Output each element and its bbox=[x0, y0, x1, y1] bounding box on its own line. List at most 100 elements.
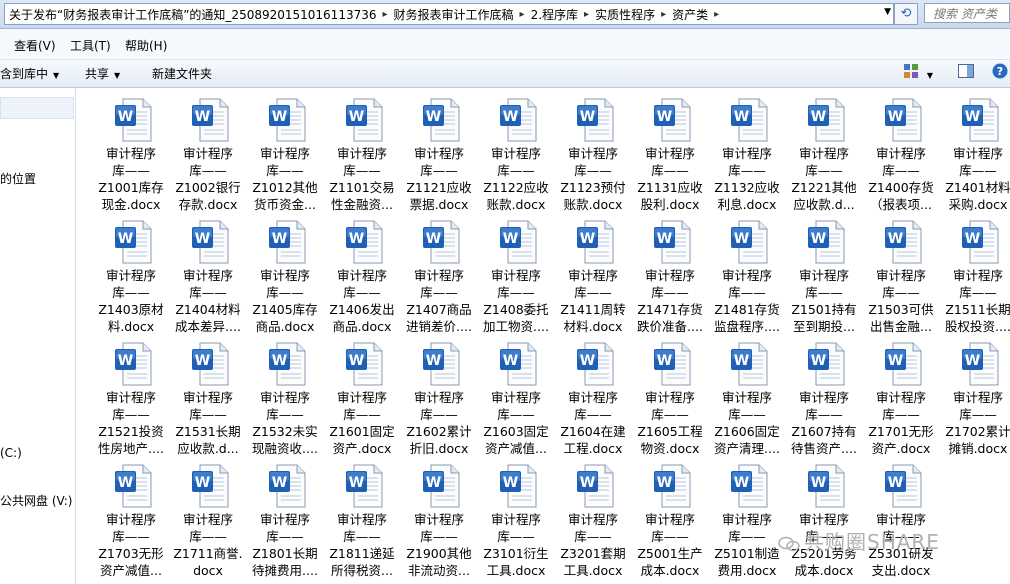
file-item[interactable]: W 审计程序 库—— Z1400存货 （报表项... bbox=[864, 88, 938, 212]
breadcrumb-item[interactable]: 财务报表审计工作底稿 bbox=[390, 6, 518, 23]
file-item[interactable]: W 审计程序 库—— Z1606固定 资产清理.... bbox=[710, 332, 784, 456]
file-item[interactable]: W 审计程序 库—— Z1407商品 进销差价.... bbox=[402, 210, 476, 334]
file-item[interactable]: W 审计程序 库—— Z1531长期 应收款.d... bbox=[171, 332, 245, 456]
file-item[interactable]: W 审计程序 库—— Z1471存货 跌价准备.... bbox=[633, 210, 707, 334]
address-bar[interactable]: 关于发布“财务报表审计工作底稿”的通知_2508920151016113736 ▸… bbox=[4, 3, 894, 25]
file-item[interactable]: W 审计程序 库—— Z1811递延 所得税资... bbox=[325, 454, 399, 578]
file-item[interactable]: W 审计程序 库—— Z1701无形 资产.docx bbox=[864, 332, 938, 456]
file-name-line: 库—— bbox=[651, 163, 689, 178]
word-document-icon: W bbox=[576, 98, 614, 142]
file-item[interactable]: W 审计程序 库—— Z1711商誉. docx bbox=[171, 454, 245, 578]
file-item[interactable]: W 审计程序 库—— Z1405库存 商品.docx bbox=[248, 210, 322, 334]
preview-pane-button[interactable] bbox=[958, 64, 974, 81]
file-name-line: Z1406发出 bbox=[329, 302, 395, 317]
file-name: 审计程序 库—— Z1012其他 货币资金... bbox=[248, 145, 322, 213]
file-name-line: Z1131应收 bbox=[637, 180, 703, 195]
file-item[interactable]: W 审计程序 库—— Z3101衍生 工具.docx bbox=[479, 454, 553, 578]
word-document-icon: W bbox=[268, 342, 306, 386]
file-name-line: Z1701无形 bbox=[868, 424, 934, 439]
file-item[interactable]: W 审计程序 库—— Z1404材料 成本差异.... bbox=[171, 210, 245, 334]
address-dropdown-icon[interactable]: ▼ bbox=[884, 7, 891, 17]
file-item[interactable]: W 审计程序 库—— Z1122应收 账款.docx bbox=[479, 88, 553, 212]
svg-text:W: W bbox=[426, 109, 441, 125]
file-item[interactable]: W 审计程序 库—— Z5001生产 成本.docx bbox=[633, 454, 707, 578]
file-name-line: 审计程序 bbox=[644, 146, 695, 161]
file-name-line: 库—— bbox=[420, 407, 458, 422]
file-item[interactable]: W 审计程序 库—— Z1521投资 性房地产.... bbox=[94, 332, 168, 456]
breadcrumb-item[interactable]: 2.程序库 bbox=[527, 6, 582, 23]
file-item[interactable]: W 审计程序 库—— Z1601固定 资产.docx bbox=[325, 332, 399, 456]
new-folder-button[interactable]: 新建文件夹 bbox=[152, 65, 212, 82]
view-options-button[interactable]: ▼ bbox=[904, 64, 933, 81]
file-item[interactable]: W 审计程序 库—— Z1481存货 监盘程序.... bbox=[710, 210, 784, 334]
file-item[interactable]: W 审计程序 库—— Z1900其他 非流动资... bbox=[402, 454, 476, 578]
menu-view[interactable]: 查看(V) bbox=[14, 37, 56, 54]
breadcrumb-separator-icon[interactable]: ▸ bbox=[381, 9, 390, 20]
file-item[interactable]: W 审计程序 库—— Z1801长期 待摊费用.... bbox=[248, 454, 322, 578]
svg-text:W: W bbox=[118, 353, 133, 369]
file-name: 审计程序 库—— Z1601固定 资产.docx bbox=[325, 389, 399, 457]
file-name-line: Z1411周转 bbox=[560, 302, 626, 317]
share-button[interactable]: 共享 ▼ bbox=[85, 65, 120, 82]
file-item[interactable]: W 审计程序 库—— Z1702累计 摊销.docx bbox=[941, 332, 1010, 456]
file-item[interactable]: W 审计程序 库—— Z1532未实 现融资收.... bbox=[248, 332, 322, 456]
breadcrumb-item[interactable]: 资产类 bbox=[668, 6, 712, 23]
file-item[interactable]: W 审计程序 库—— Z1001库存 现金.docx bbox=[94, 88, 168, 212]
file-item[interactable]: W 审计程序 库—— Z1501持有 至到期投... bbox=[787, 210, 861, 334]
search-input[interactable]: 搜索 资产类 bbox=[924, 3, 1010, 23]
file-item[interactable]: W 审计程序 库—— Z5101制造 费用.docx bbox=[710, 454, 784, 578]
file-item[interactable]: W 审计程序 库—— Z1406发出 商品.docx bbox=[325, 210, 399, 334]
breadcrumb-separator-icon[interactable]: ▸ bbox=[659, 9, 668, 20]
nav-item-drive-c[interactable]: (C:) bbox=[0, 446, 22, 460]
word-document-icon: W bbox=[807, 342, 845, 386]
file-item[interactable]: W 审计程序 库—— Z1131应收 股利.docx bbox=[633, 88, 707, 212]
file-name-line: 审计程序 bbox=[105, 390, 156, 405]
navigation-pane: 的位置 (C:) 公共网盘 (V:) bbox=[0, 88, 76, 584]
file-item[interactable]: W 审计程序 库—— Z1408委托 加工物资.... bbox=[479, 210, 553, 334]
file-item[interactable]: W 审计程序 库—— Z1132应收 利息.docx bbox=[710, 88, 784, 212]
file-item[interactable]: W 审计程序 库—— Z1604在建 工程.docx bbox=[556, 332, 630, 456]
word-document-icon: W bbox=[884, 342, 922, 386]
file-item[interactable]: W 审计程序 库—— Z1403原材 料.docx bbox=[94, 210, 168, 334]
svg-text:W: W bbox=[734, 109, 749, 125]
refresh-button[interactable]: ⟲ bbox=[894, 3, 918, 25]
file-name-line: Z1132应收 bbox=[714, 180, 780, 195]
file-item[interactable]: W 审计程序 库—— Z1401材料 采购.docx bbox=[941, 88, 1010, 212]
file-name-line: 审计程序 bbox=[182, 390, 233, 405]
menu-tools[interactable]: 工具(T) bbox=[70, 37, 111, 54]
nav-item-location[interactable]: 的位置 bbox=[0, 170, 36, 187]
help-button[interactable]: ? bbox=[992, 63, 1008, 82]
file-item[interactable]: W 审计程序 库—— Z1607持有 待售资产.... bbox=[787, 332, 861, 456]
file-item[interactable]: W 审计程序 库—— Z1221其他 应收款.d... bbox=[787, 88, 861, 212]
word-document-icon: W bbox=[576, 220, 614, 264]
breadcrumb-item[interactable]: 关于发布“财务报表审计工作底稿”的通知_2508920151016113736 bbox=[5, 6, 381, 23]
file-name-line: 审计程序 bbox=[721, 146, 772, 161]
file-item[interactable]: W 审计程序 库—— Z1603固定 资产减值... bbox=[479, 332, 553, 456]
file-item[interactable]: W 审计程序 库—— Z1002银行 存款.docx bbox=[171, 88, 245, 212]
file-name: 审计程序 库—— Z1403原材 料.docx bbox=[94, 267, 168, 335]
file-name-line: 审计程序 bbox=[182, 268, 233, 283]
breadcrumb-separator-icon[interactable]: ▸ bbox=[712, 9, 721, 20]
file-name: 审计程序 库—— Z1900其他 非流动资... bbox=[402, 511, 476, 579]
breadcrumb-item[interactable]: 实质性程序 bbox=[591, 6, 659, 23]
breadcrumb-separator-icon[interactable]: ▸ bbox=[518, 9, 527, 20]
include-in-library-button[interactable]: 含到库中 ▼ bbox=[0, 65, 59, 82]
file-item[interactable]: W 审计程序 库—— Z1605工程 物资.docx bbox=[633, 332, 707, 456]
file-item[interactable]: W 审计程序 库—— Z1121应收 票据.docx bbox=[402, 88, 476, 212]
file-item[interactable]: W 审计程序 库—— Z1602累计 折旧.docx bbox=[402, 332, 476, 456]
file-item[interactable]: W 审计程序 库—— Z1703无形 资产减值... bbox=[94, 454, 168, 578]
file-item[interactable]: W 审计程序 库—— Z1503可供 出售金融... bbox=[864, 210, 938, 334]
breadcrumb-separator-icon[interactable]: ▸ bbox=[582, 9, 591, 20]
file-item[interactable]: W 审计程序 库—— Z3201套期 工具.docx bbox=[556, 454, 630, 578]
file-name-line: Z1607持有 bbox=[791, 424, 857, 439]
svg-text:W: W bbox=[888, 353, 903, 369]
file-item[interactable]: W 审计程序 库—— Z1101交易 性金融资... bbox=[325, 88, 399, 212]
file-name-line: Z1481存货 bbox=[714, 302, 780, 317]
file-item[interactable]: W 审计程序 库—— Z1411周转 材料.docx bbox=[556, 210, 630, 334]
file-item[interactable]: W 审计程序 库—— Z1123预付 账款.docx bbox=[556, 88, 630, 212]
nav-item-public-drive[interactable]: 公共网盘 (V:) bbox=[0, 492, 72, 509]
file-item[interactable]: W 审计程序 库—— Z1012其他 货币资金... bbox=[248, 88, 322, 212]
file-item[interactable]: W 审计程序 库—— Z1511长期 股权投资.... bbox=[941, 210, 1010, 334]
nav-selected-item[interactable] bbox=[0, 97, 74, 119]
menu-help[interactable]: 帮助(H) bbox=[125, 37, 167, 54]
